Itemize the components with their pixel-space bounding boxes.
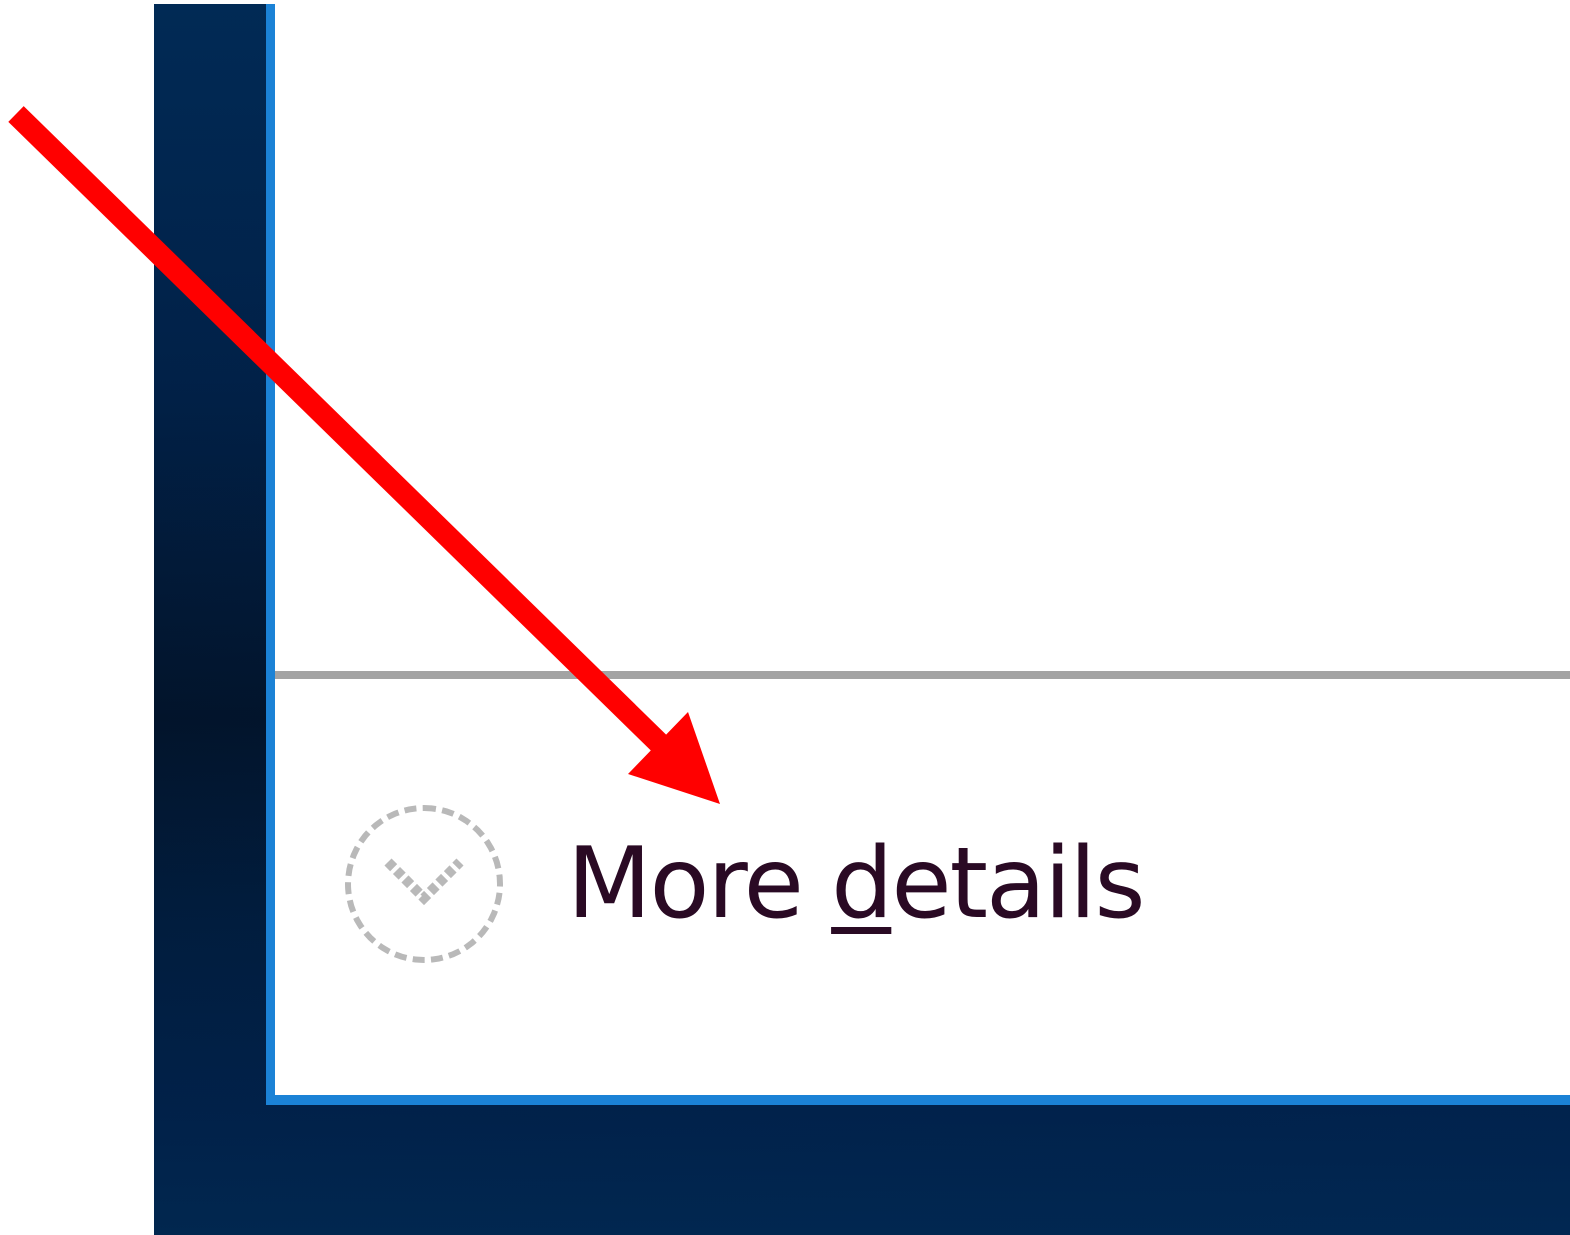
more-details-access-key: d [831,827,893,941]
more-details-button[interactable]: More details [345,799,1146,969]
task-manager-window: More details [266,4,1570,1105]
footer-divider [275,671,1570,679]
chevron-down-circle-icon[interactable] [345,805,503,963]
screenshot-stage: More details [0,0,1570,1235]
chevron-down-icon [384,858,464,906]
more-details-label[interactable]: More details [567,835,1146,933]
more-details-label-prefix: More [567,827,832,941]
more-details-label-suffix: etails [891,827,1145,941]
